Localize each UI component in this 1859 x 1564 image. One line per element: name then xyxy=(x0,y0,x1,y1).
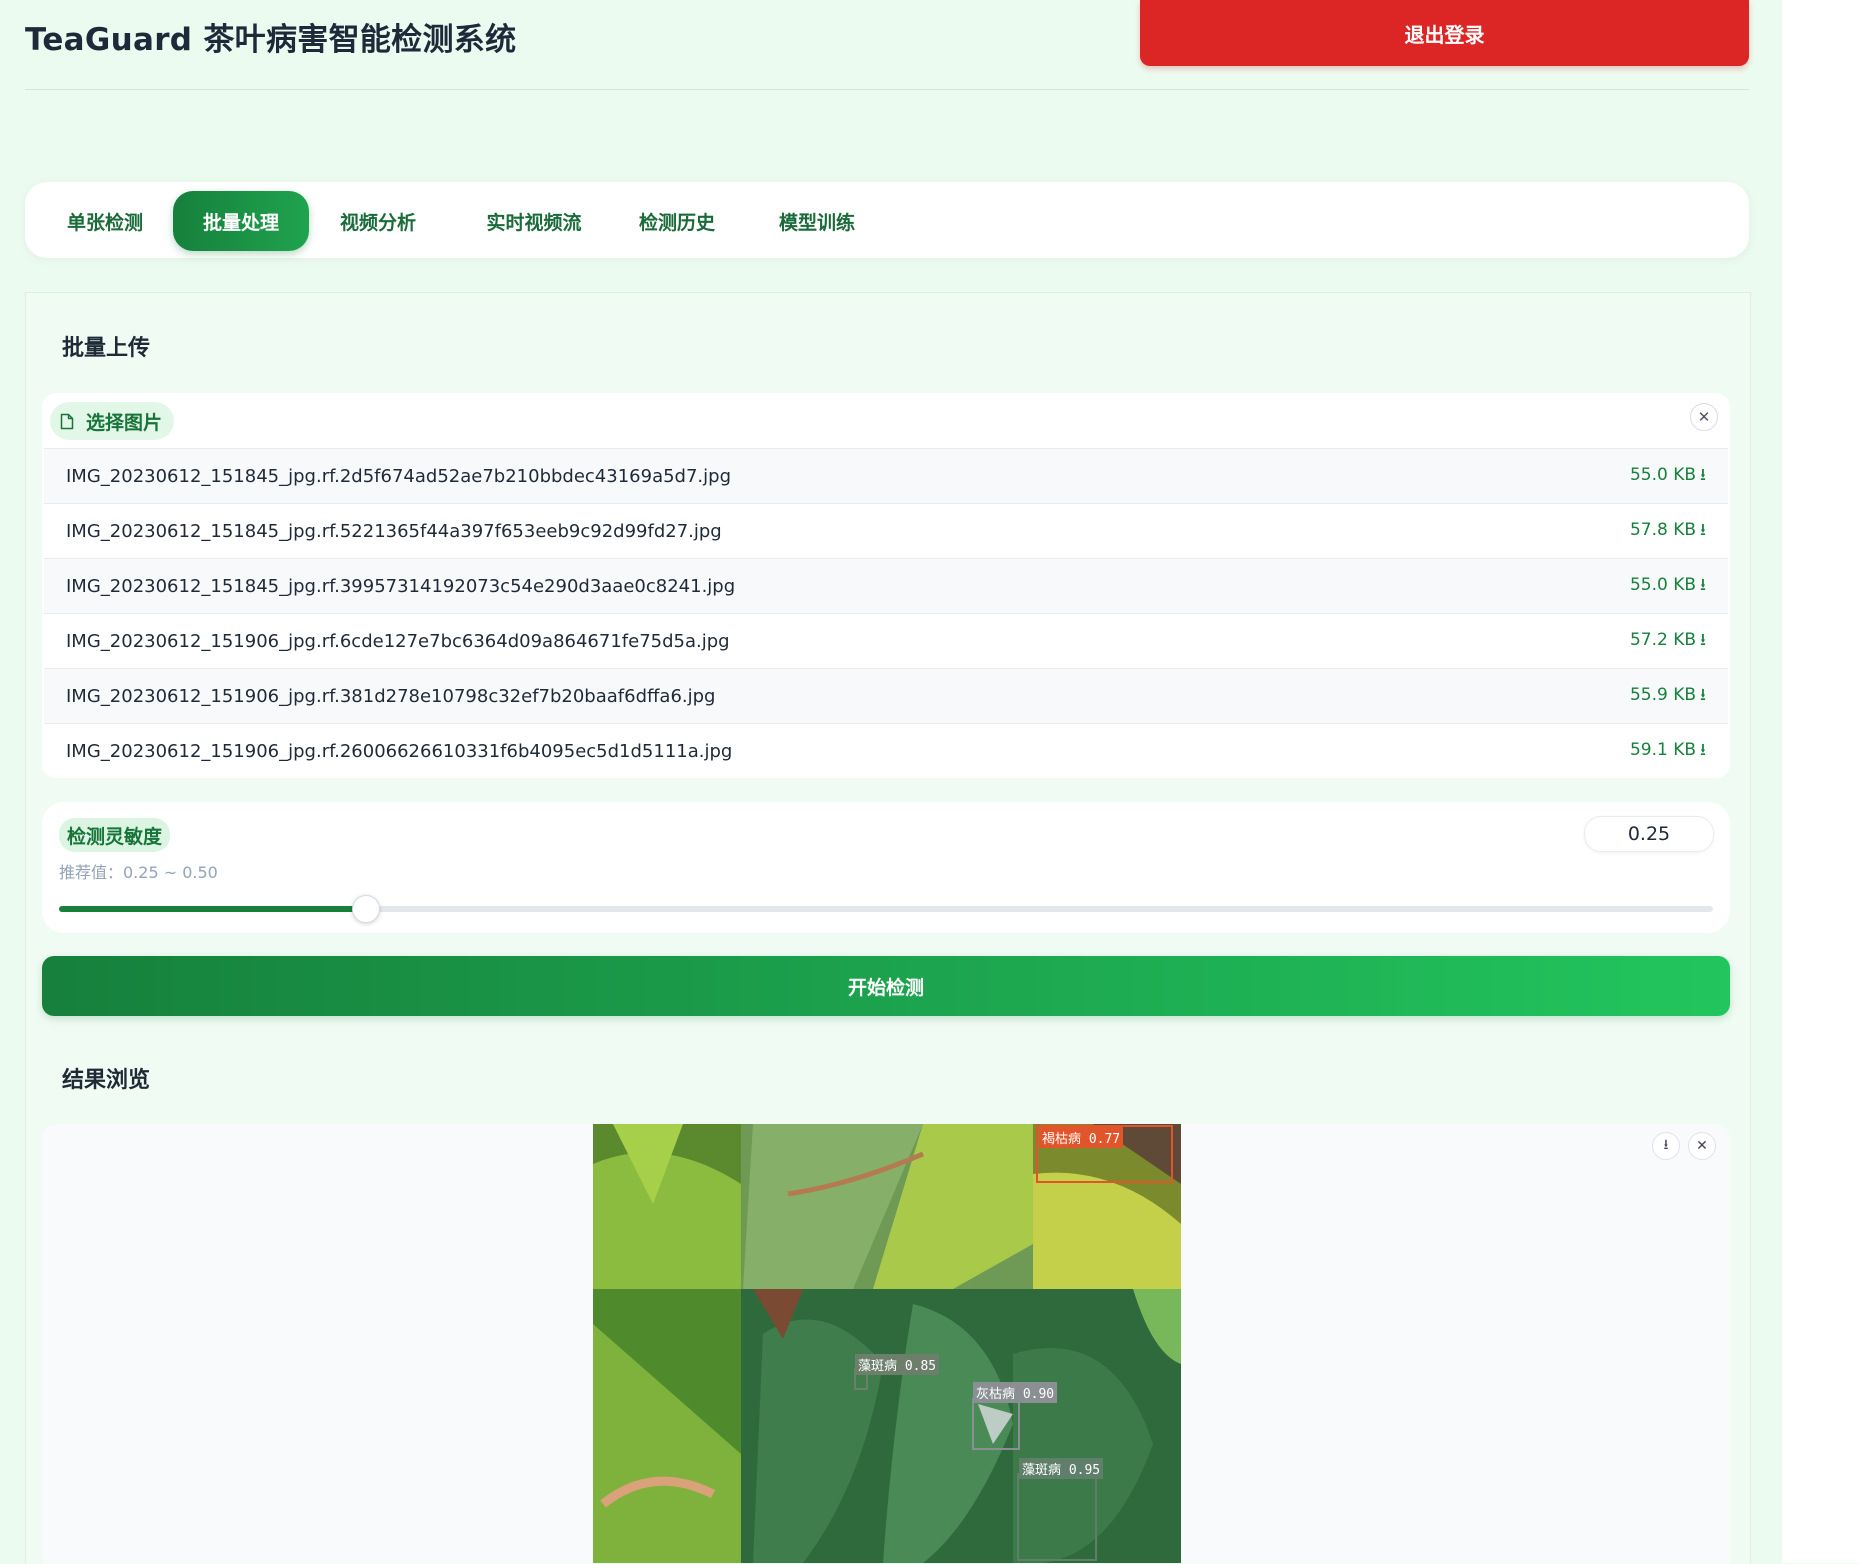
file-size: 57.8 KB xyxy=(1629,519,1697,540)
result-viewer: 褐枯病 0.77 藻斑病 0.85 灰枯病 0.90 藻斑病 0.95 ⭳ ✕ xyxy=(42,1124,1730,1563)
file-size: 57.2 KB xyxy=(1629,629,1697,650)
file-name: IMG_20230612_151845_jpg.rf.5221365f44a39… xyxy=(66,520,722,542)
file-size: 55.0 KB xyxy=(1629,574,1697,595)
download-result-button[interactable]: ⭳ xyxy=(1652,1132,1680,1160)
file-row: IMG_20230612_151845_jpg.rf.5221365f44a39… xyxy=(44,503,1728,558)
file-row: IMG_20230612_151845_jpg.rf.3995731419207… xyxy=(44,558,1728,613)
tab-live-stream[interactable]: 实时视频流 xyxy=(469,191,599,251)
choose-images-label: 选择图片 xyxy=(86,411,163,434)
sensitivity-label: 检测灵敏度 xyxy=(59,818,171,852)
upload-box: 选择图片 ✕ IMG_20230612_151845_jpg.rf.2d5f67… xyxy=(42,393,1730,778)
logout-button[interactable]: 退出登录 xyxy=(1140,0,1749,66)
close-icon: ✕ xyxy=(1697,408,1711,426)
file-name: IMG_20230612_151906_jpg.rf.381d278e10798… xyxy=(66,685,716,707)
sensitivity-panel: 检测灵敏度 推荐值：0.25 ~ 0.50 0.25 xyxy=(42,802,1730,933)
sensitivity-slider[interactable] xyxy=(59,895,1713,923)
header-divider xyxy=(25,89,1749,90)
slider-thumb[interactable] xyxy=(351,895,380,923)
download-icon[interactable]: ⭳ xyxy=(1700,685,1706,705)
download-icon[interactable]: ⭳ xyxy=(1700,630,1706,650)
download-icon: ⭳ xyxy=(1663,1137,1669,1153)
clear-files-button[interactable]: ✕ xyxy=(1690,403,1718,431)
tab-batch-process[interactable]: 批量处理 xyxy=(173,191,309,251)
app-title: TeaGuard 茶叶病害智能检测系统 xyxy=(25,22,517,58)
close-result-button[interactable]: ✕ xyxy=(1688,1132,1716,1160)
tab-bar: 单张检测 批量处理 视频分析 实时视频流 检测历史 模型训练 xyxy=(25,182,1749,258)
file-row: IMG_20230612_151906_jpg.rf.6cde127e7bc63… xyxy=(44,613,1728,668)
close-icon: ✕ xyxy=(1696,1138,1708,1154)
download-icon[interactable]: ⭳ xyxy=(1700,575,1706,595)
download-icon[interactable]: ⭳ xyxy=(1700,740,1706,760)
choose-images-button[interactable]: 选择图片 xyxy=(50,402,175,440)
file-size: 59.1 KB xyxy=(1629,739,1697,760)
page-gutter xyxy=(1782,0,1859,1563)
batch-upload-title: 批量上传 xyxy=(62,336,151,361)
detection-label: 褐枯病 0.77 xyxy=(1039,1127,1124,1148)
slider-fill xyxy=(59,906,365,912)
tab-model-training[interactable]: 模型训练 xyxy=(767,191,867,251)
start-detection-button[interactable]: 开始检测 xyxy=(42,956,1730,1016)
detection-label: 藻斑病 0.85 xyxy=(855,1354,940,1375)
file-size: 55.9 KB xyxy=(1629,684,1697,705)
file-name: IMG_20230612_151845_jpg.rf.3995731419207… xyxy=(66,575,736,597)
sensitivity-hint: 推荐值：0.25 ~ 0.50 xyxy=(59,863,218,882)
file-icon xyxy=(60,413,74,430)
download-icon[interactable]: ⭳ xyxy=(1700,465,1706,485)
detection-label: 灰枯病 0.90 xyxy=(973,1382,1058,1403)
file-list: IMG_20230612_151845_jpg.rf.2d5f674ad52ae… xyxy=(44,448,1728,778)
download-icon[interactable]: ⭳ xyxy=(1700,520,1706,540)
file-row: IMG_20230612_151906_jpg.rf.2600662661033… xyxy=(44,723,1728,778)
results-title: 结果浏览 xyxy=(62,1068,151,1093)
file-name: IMG_20230612_151845_jpg.rf.2d5f674ad52ae… xyxy=(66,465,732,487)
result-toolbar: ⭳ ✕ xyxy=(1652,1132,1716,1160)
tab-history[interactable]: 检测历史 xyxy=(627,191,727,251)
tab-single-detect[interactable]: 单张检测 xyxy=(55,191,155,251)
detection-result-image xyxy=(593,1124,1181,1563)
file-row: IMG_20230612_151906_jpg.rf.381d278e10798… xyxy=(44,668,1728,723)
detection-label: 藻斑病 0.95 xyxy=(1019,1458,1104,1479)
tab-video-analysis[interactable]: 视频分析 xyxy=(328,191,428,251)
file-row: IMG_20230612_151845_jpg.rf.2d5f674ad52ae… xyxy=(44,448,1728,503)
file-size: 55.0 KB xyxy=(1629,464,1697,485)
file-name: IMG_20230612_151906_jpg.rf.6cde127e7bc63… xyxy=(66,630,730,652)
sensitivity-value-input[interactable]: 0.25 xyxy=(1584,816,1714,852)
file-name: IMG_20230612_151906_jpg.rf.2600662661033… xyxy=(66,740,733,762)
